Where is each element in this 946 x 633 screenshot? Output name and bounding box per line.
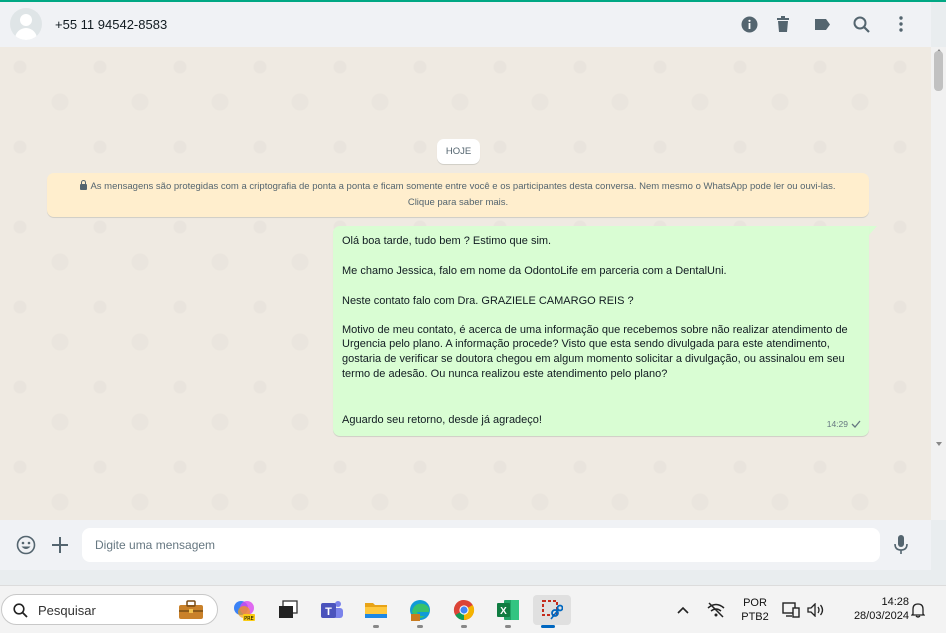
- message-line: Aguardo seu retorno, desde já agradeço!: [342, 414, 542, 426]
- svg-text:T: T: [325, 606, 332, 618]
- edge-app[interactable]: [405, 595, 435, 628]
- notifications-bell-icon[interactable]: [906, 595, 930, 625]
- encryption-text: As mensagens são protegidas com a cripto…: [47, 179, 869, 195]
- running-indicator: [373, 625, 379, 628]
- volume-icon[interactable]: [804, 595, 828, 625]
- svg-text:PRE: PRE: [244, 616, 254, 622]
- message-line: Motivo de meu contato, é acerca de uma i…: [342, 324, 848, 336]
- whatsapp-window: +55 11 94542-8583 HOJE As mensagens são …: [0, 0, 946, 570]
- svg-text:X: X: [500, 606, 507, 617]
- label-icon[interactable]: [812, 14, 832, 34]
- snipping-tool-app[interactable]: [533, 595, 571, 628]
- date-chip: HOJE: [437, 139, 480, 164]
- outgoing-message[interactable]: Olá boa tarde, tudo bem ? Estimo que sim…: [333, 226, 869, 436]
- message-line: Neste contato falo com Dra. GRAZIELE CAM…: [342, 295, 634, 307]
- clock-time: 14:28: [881, 596, 909, 608]
- windows-taskbar: Pesquisar PRE T X POR PTB2 14:28 28/03/2…: [0, 585, 946, 633]
- excel-app[interactable]: X: [493, 595, 523, 628]
- avatar[interactable]: [10, 8, 42, 40]
- microphone-icon[interactable]: [889, 533, 913, 557]
- message-line: gostaria de verificar se doutora chegou …: [342, 353, 845, 365]
- task-view-app[interactable]: [273, 595, 303, 625]
- search-icon[interactable]: [851, 14, 871, 34]
- info-icon[interactable]: [739, 14, 759, 34]
- device-icon[interactable]: [779, 595, 803, 625]
- message-line: Me chamo Jessica, falo em nome da Odonto…: [342, 265, 727, 277]
- attach-plus-icon[interactable]: [48, 533, 72, 557]
- scroll-thumb[interactable]: [934, 51, 943, 91]
- menu-icon[interactable]: [891, 14, 911, 34]
- emoji-icon[interactable]: [14, 533, 38, 557]
- briefcase-icon: [179, 600, 203, 619]
- message-time: 14:29: [826, 418, 848, 429]
- active-indicator: [541, 625, 555, 628]
- chat-header: +55 11 94542-8583: [0, 2, 931, 47]
- contact-name[interactable]: +55 11 94542-8583: [55, 17, 167, 32]
- lock-icon: [80, 180, 88, 190]
- file-explorer-app[interactable]: [361, 595, 391, 628]
- chat-scrollbar[interactable]: [931, 47, 946, 520]
- teams-app[interactable]: T: [317, 595, 347, 625]
- running-indicator: [505, 625, 511, 628]
- search-icon: [13, 603, 28, 618]
- message-meta: 14:29: [827, 417, 861, 432]
- message-line: Urgencia pelo plano. A informação proced…: [342, 338, 830, 350]
- message-line: Olá boa tarde, tudo bem ? Estimo que sim…: [342, 235, 552, 247]
- taskbar-search[interactable]: Pesquisar: [1, 594, 218, 625]
- show-hidden-icons[interactable]: [670, 595, 696, 625]
- trash-icon[interactable]: [773, 14, 793, 34]
- check-icon: [851, 420, 861, 428]
- learn-more-link[interactable]: Clique para saber mais.: [47, 195, 869, 211]
- keyboard-layout: PTB2: [741, 611, 769, 623]
- copilot-app[interactable]: PRE: [229, 595, 259, 625]
- search-label: Pesquisar: [38, 603, 96, 618]
- message-line: termo de adesão. Ou nunca realizou este …: [342, 368, 668, 380]
- chrome-app[interactable]: [449, 595, 479, 628]
- running-indicator: [417, 625, 423, 628]
- language-indicator[interactable]: POR PTB2: [738, 596, 772, 624]
- clock-date: 28/03/2024: [853, 610, 909, 622]
- composer: [0, 520, 931, 570]
- network-offline-icon[interactable]: [702, 595, 730, 625]
- bubble-tail: [869, 226, 877, 235]
- language-code: POR: [743, 597, 767, 609]
- encryption-notice[interactable]: As mensagens são protegidas com a cripto…: [47, 173, 869, 217]
- scroll-down-arrow[interactable]: [936, 442, 942, 446]
- clock[interactable]: 14:28 28/03/2024: [835, 595, 909, 623]
- running-indicator: [461, 625, 467, 628]
- message-input[interactable]: [82, 528, 880, 562]
- chevron-up-icon: [677, 606, 689, 614]
